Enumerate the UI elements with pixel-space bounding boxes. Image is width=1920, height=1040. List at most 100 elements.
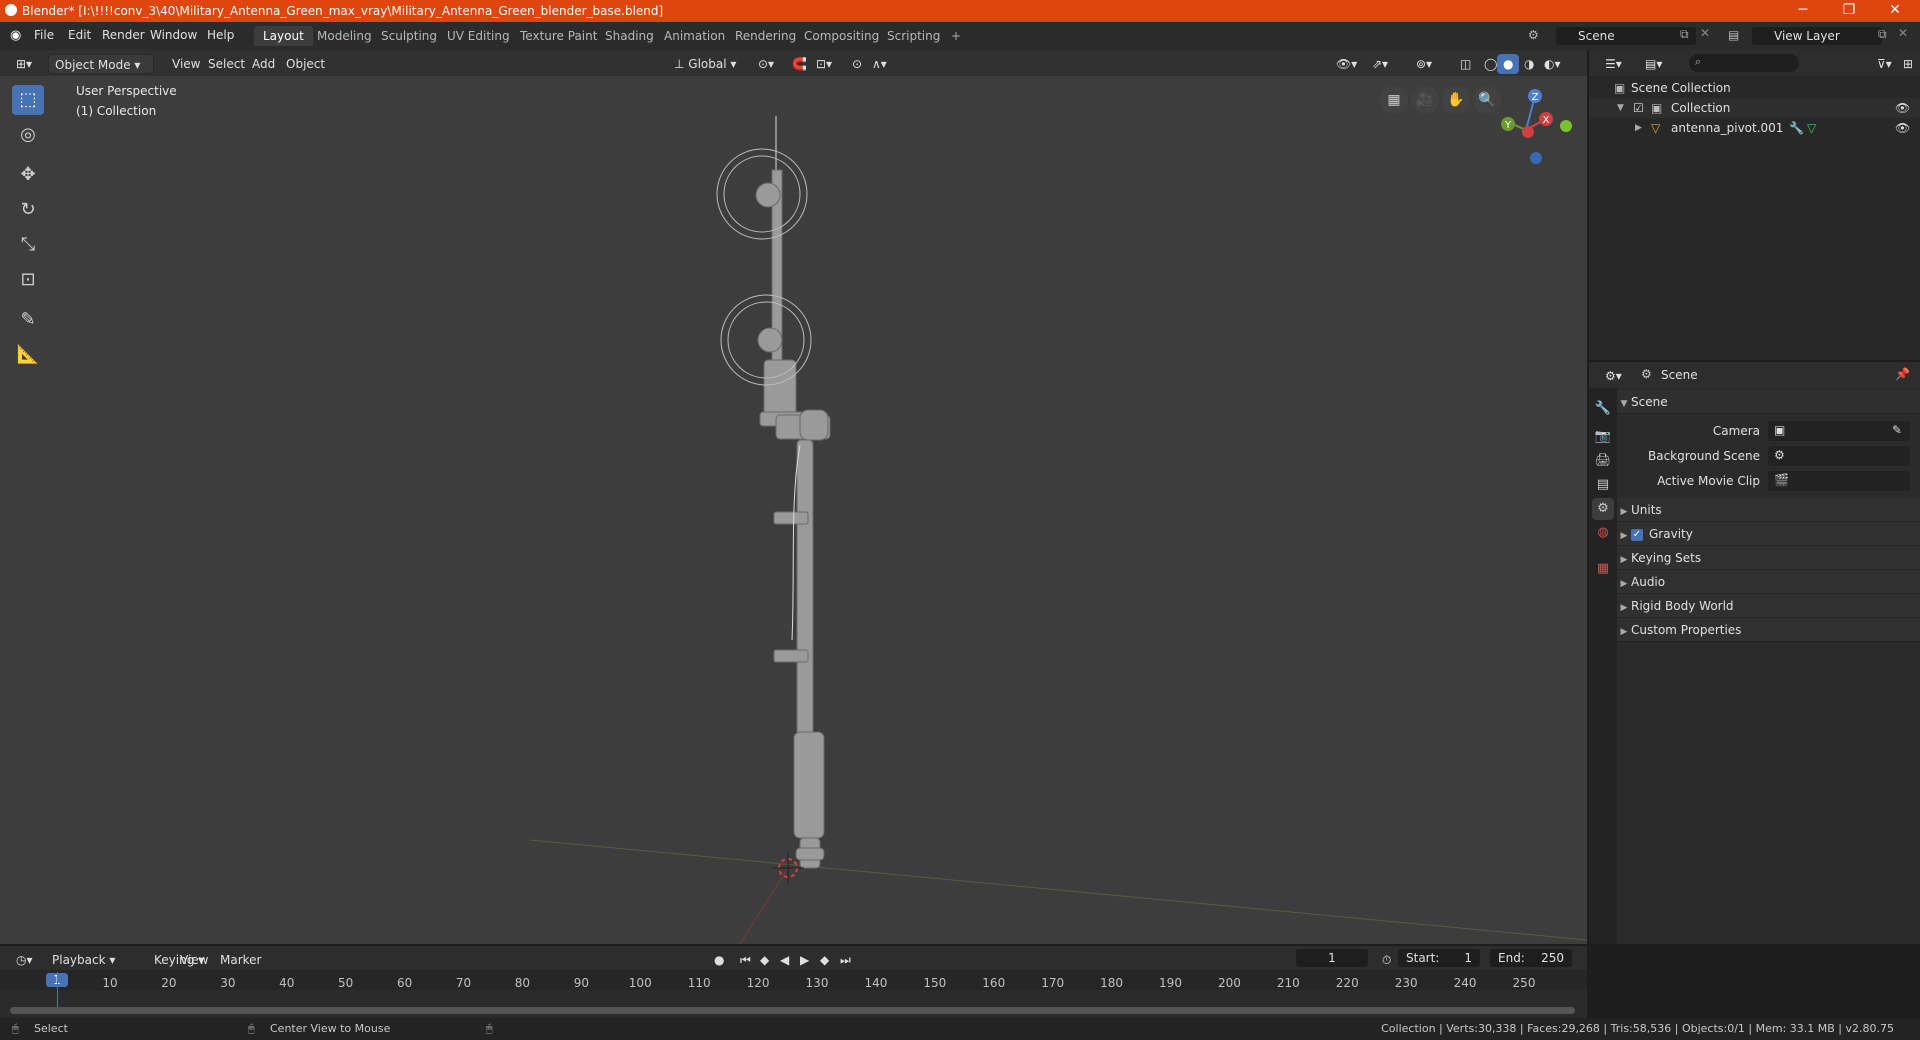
delete-view-layer-icon[interactable]: ✕ [1898,26,1908,40]
outliner-row-collection[interactable]: ▼ ☑ ▣ Collection 👁 [1589,98,1920,118]
menu-render[interactable]: Render [102,28,145,42]
render-tab-icon[interactable]: 📷 [1592,426,1614,448]
view-layer-browse-icon[interactable]: ▤ [1728,28,1739,42]
display-mode-icon[interactable]: ▤▾ [1639,54,1668,74]
mesh-data-icon[interactable]: ▽ [1807,118,1816,138]
tab-uv-editing[interactable]: UV Editing [438,26,519,46]
outliner-row-object[interactable]: ▶ ▽ antenna_pivot.001 🔧 ▽ 👁 [1589,118,1920,138]
tab-shading[interactable]: Shading [596,26,663,46]
add-workspace-button[interactable]: + [942,26,970,46]
new-collection-icon[interactable]: ⊞ [1897,54,1919,74]
snap-icon[interactable]: 🧲 [786,54,813,74]
gizmos-icon[interactable]: ⇗▾ [1366,54,1394,74]
scene-panel-header[interactable]: ▼ Scene [1617,390,1920,414]
new-view-layer-icon[interactable]: ⧉ [1878,27,1887,42]
xray-icon[interactable]: ◫ [1454,54,1477,74]
rigid-body-world-panel[interactable]: ▶ Rigid Body World [1617,594,1920,618]
scale-tool-icon[interactable]: ⤡ [12,230,44,260]
timeline-scrollbar[interactable] [10,1007,1575,1014]
preview-range-icon[interactable]: ⏱ [1376,950,1397,970]
modifier-wrench-icon[interactable]: 🔧 [1789,118,1804,138]
cursor-tool-icon[interactable]: ◎ [12,120,44,150]
camera-view-icon[interactable]: 🎥 [1411,86,1439,114]
world-tab-icon[interactable]: ◍ [1592,522,1614,544]
properties-editor-type-icon[interactable]: ⚙▾ [1599,366,1628,386]
object-visibility-icon[interactable]: 👁 [1895,118,1910,138]
new-scene-icon[interactable]: ⧉ [1680,27,1689,42]
transform-tool-icon[interactable]: ⊡ [12,265,44,295]
scene-field[interactable]: Scene [1556,27,1696,45]
outliner-search-input[interactable] [1689,54,1799,72]
menu-help[interactable]: Help [207,28,234,42]
solid-shading-icon[interactable]: ● [1497,54,1520,74]
falloff-icon[interactable]: ∧▾ [866,54,893,74]
tab-animation[interactable]: Animation [655,26,734,46]
scene-tab-icon[interactable]: ⚙ [1592,498,1614,520]
custom-properties-panel[interactable]: ▶ Custom Properties [1617,618,1920,642]
tab-sculpting[interactable]: Sculpting [372,26,446,46]
toggle-grid-icon[interactable]: ▦ [1380,86,1408,114]
play-icon[interactable]: ▶ [794,950,815,970]
minimize-button[interactable]: ─ [1780,0,1826,22]
outliner-editor-type-icon[interactable]: ☰▾ [1599,54,1628,74]
gravity-panel[interactable]: ▶ ✓ Gravity [1617,522,1920,546]
expand-object-icon[interactable]: ▶ [1635,118,1642,138]
select-box-tool-icon[interactable]: ⬚ [12,85,44,115]
viewport-menu-add[interactable]: Add [246,54,281,74]
timeline-menu-marker[interactable]: Marker [214,950,267,970]
texture-tab-icon[interactable]: ▦ [1592,558,1614,580]
3d-viewport[interactable]: User Perspective (1) Collection ⬚ ◎ ✥ ↻ … [0,50,1587,944]
delete-scene-icon[interactable]: ✕ [1700,26,1710,40]
timeline-menu-view[interactable]: View [174,950,214,970]
measure-tool-icon[interactable]: 📐 [12,340,44,370]
audio-panel[interactable]: ▶ Audio [1617,570,1920,594]
tab-scripting[interactable]: Scripting [878,26,949,46]
tab-texture-paint[interactable]: Texture Paint [511,26,606,46]
jump-end-icon[interactable]: ⏭ [834,950,857,970]
viewport-menu-object[interactable]: Object [280,54,331,74]
expand-collection-icon[interactable]: ▼ [1617,98,1624,118]
output-tab-icon[interactable]: 🖨 [1592,450,1614,472]
orientation-dropdown[interactable]: ⊥ Global ▾ [668,54,742,74]
close-button[interactable]: ✕ [1872,0,1918,22]
pin-icon[interactable]: 📌 [1895,367,1910,381]
gravity-checkbox[interactable]: ✓ [1631,528,1643,541]
scene-browse-icon[interactable]: ⚙ [1528,28,1539,42]
collection-checkbox-icon[interactable]: ☑ [1633,98,1644,118]
record-icon[interactable]: ● [708,950,730,970]
pan-view-icon[interactable]: ✋ [1442,86,1470,114]
end-frame-field[interactable]: End: 250 [1490,949,1572,967]
background-scene-field[interactable]: ⚙ [1768,446,1910,466]
active-movie-clip-field[interactable]: 🎬 [1768,471,1910,491]
tool-tab-icon[interactable]: 🔧 [1592,398,1614,420]
rotate-tool-icon[interactable]: ↻ [12,195,44,225]
menu-window[interactable]: Window [150,28,197,42]
collection-visibility-icon[interactable]: 👁 [1895,98,1910,118]
tab-rendering[interactable]: Rendering [726,26,805,46]
timeline-editor-type-icon[interactable]: ◷▾ [10,950,39,970]
play-reverse-icon[interactable]: ◀ [774,950,795,970]
blender-menu-icon[interactable]: ◉ [10,28,21,43]
menu-file[interactable]: File [34,28,54,42]
current-frame-field[interactable]: 1 [1296,949,1368,967]
viewport-menu-select[interactable]: Select [202,54,251,74]
menu-edit[interactable]: Edit [68,28,91,42]
tab-modeling[interactable]: Modeling [308,26,381,46]
editor-type-icon[interactable]: ⊞▾ [10,54,38,74]
tab-layout[interactable]: Layout [254,26,313,46]
maximize-button[interactable]: ❐ [1826,0,1872,22]
move-tool-icon[interactable]: ✥ [12,160,44,190]
rendered-shading-icon[interactable]: ◐▾ [1538,54,1567,74]
viewport-menu-view[interactable]: View [166,54,206,74]
mode-dropdown[interactable]: Object Mode ▾ [48,54,154,74]
view-layer-tab-icon[interactable]: ▤ [1592,474,1614,496]
visibility-icon[interactable]: 👁▾ [1330,54,1363,74]
snap-target-icon[interactable]: ⊡▾ [810,54,838,74]
eyedropper-icon[interactable]: ✎ [1892,423,1902,437]
prev-keyframe-icon[interactable]: ◆ [754,950,775,970]
filter-icon[interactable]: ⊽▾ [1871,54,1898,74]
outliner-row-scene-collection[interactable]: ▣ Scene Collection [1589,78,1920,98]
proportional-edit-icon[interactable]: ⊙ [846,54,868,74]
units-panel[interactable]: ▶ Units [1617,498,1920,522]
camera-field[interactable]: ▣ ✎ [1768,421,1910,441]
